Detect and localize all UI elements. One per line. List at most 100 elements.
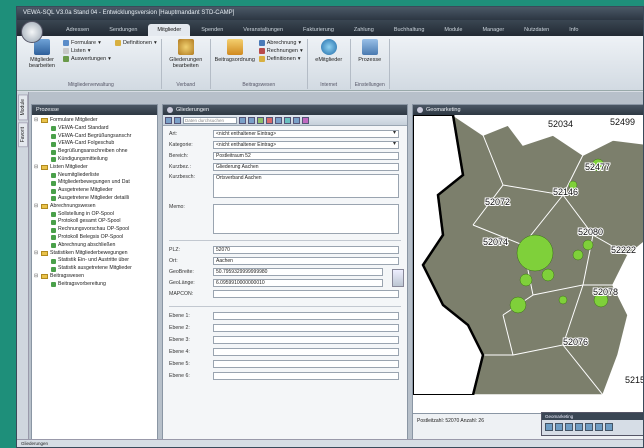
tree-item[interactable]: Rechnungsvorschau OP-Spool — [34, 226, 155, 234]
refresh-icon[interactable] — [284, 116, 291, 124]
tree-item[interactable]: Protokoll Belegsis OP-Spool — [34, 234, 155, 242]
side-tab-module[interactable]: Module — [18, 94, 28, 121]
ebene1-field[interactable] — [213, 312, 399, 320]
kategorie-select[interactable]: <nicht enthaltener Eintrag> — [213, 141, 399, 149]
delete-record-icon[interactable] — [266, 116, 273, 124]
tab-spenden[interactable]: Spenden — [192, 24, 232, 36]
prozesse-button[interactable]: Prozesse — [355, 39, 385, 63]
map-bubble[interactable] — [541, 268, 555, 282]
tree-item[interactable]: Abrechnung abschließen — [34, 242, 155, 250]
tree-item[interactable]: Mitgliederbewegungen und Dat — [34, 179, 155, 187]
beitrag-definitionen-button[interactable]: Definitionen ▾ — [258, 56, 303, 62]
pan-icon[interactable] — [565, 423, 573, 431]
tab-info[interactable]: Info — [560, 24, 587, 36]
ebene3-field[interactable] — [213, 336, 399, 344]
tree-item[interactable]: Sollstellung in OP-Spool — [34, 211, 155, 219]
print-icon[interactable] — [595, 423, 603, 431]
plz-field[interactable]: 52070 — [213, 246, 399, 254]
tree-item[interactable]: Kündigungsmitteilung — [34, 156, 155, 164]
tree-folder[interactable]: ⊟ Statistiken Mitgliederbewegungen — [34, 250, 155, 258]
bereich-field[interactable]: Postleitraum 52 — [213, 152, 399, 160]
ebene4-field[interactable] — [213, 348, 399, 356]
tree-item[interactable]: Beitragsvorbereitung — [34, 281, 155, 289]
geo-lookup-button[interactable] — [392, 269, 404, 287]
export-icon[interactable] — [605, 423, 613, 431]
tree-item[interactable]: VEWA-Card Standard — [34, 125, 155, 133]
expand-toggle-icon[interactable]: ⊟ — [34, 250, 39, 258]
map-bubble[interactable] — [519, 273, 533, 287]
tab-sendungen[interactable]: Sendungen — [100, 24, 146, 36]
tree-item[interactable]: Ausgetretene Mitglieder detailli — [34, 195, 155, 203]
reports-button[interactable]: Auswertungen ▾ — [63, 56, 111, 62]
beitragsordnung-button[interactable]: Beitragsordnung — [215, 39, 255, 63]
tab-fakturierung[interactable]: Fakturierung — [294, 24, 343, 36]
forms-button[interactable]: Formulare ▾ — [63, 40, 111, 46]
select-icon[interactable] — [575, 423, 583, 431]
expand-toggle-icon[interactable]: ⊟ — [34, 203, 39, 211]
kurzbesch-field[interactable]: Ortsverband Aachen — [213, 174, 399, 198]
gliederungen-edit-button[interactable]: Gliederungen bearbeiten — [166, 39, 206, 69]
tree-item[interactable]: Protokoll gesamt OP-Spool — [34, 218, 155, 226]
tree-item[interactable]: Begrüßungsanschreiben ohne — [34, 148, 155, 156]
prev-record-icon[interactable] — [174, 116, 181, 124]
mapcon-field[interactable] — [213, 290, 399, 298]
tree-folder[interactable]: ⊟ Formulare Mitglieder — [34, 117, 155, 125]
lists-button[interactable]: Listen ▾ — [63, 48, 111, 54]
tab-buchhaltung[interactable]: Buchhaltung — [385, 24, 434, 36]
map-svg[interactable]: 52034 52499 52477 52146 52072 52074 52080 52222… — [413, 115, 644, 396]
print-icon[interactable] — [293, 116, 300, 124]
geobreite-field[interactable]: 50.7959329999999980 — [213, 268, 383, 276]
zoom-in-icon[interactable] — [545, 423, 553, 431]
tree-folder[interactable]: ⊟ Beitragswesen — [34, 273, 155, 281]
layer-icon[interactable] — [585, 423, 593, 431]
save-record-icon[interactable] — [275, 116, 282, 124]
zoom-out-icon[interactable] — [555, 423, 563, 431]
map-bubble[interactable] — [572, 249, 584, 261]
geomarketing-map[interactable]: 52034 52499 52477 52146 52072 52074 52080 52222… — [413, 115, 644, 413]
group-beitragswesen: Beitragsordnung Abrechnung ▾ Rechnungen … — [211, 39, 308, 89]
tab-zahlung[interactable]: Zahlung — [345, 24, 383, 36]
abrechnung-button[interactable]: Abrechnung ▾ — [258, 40, 303, 46]
tree-item[interactable]: VEWA-Card Begrüßungsanschr — [34, 133, 155, 141]
tab-adressen[interactable]: Adressen — [57, 24, 98, 36]
map-bubble[interactable] — [558, 295, 568, 305]
tree-item[interactable]: Neumitgliederliste — [34, 172, 155, 180]
emitglieder-button[interactable]: eMitglieder — [312, 39, 346, 63]
first-record-icon[interactable] — [165, 116, 172, 124]
map-bubble[interactable] — [509, 296, 527, 314]
geolaenge-field[interactable]: 6.0959910000000010 — [213, 279, 383, 287]
next-record-icon[interactable] — [239, 116, 246, 124]
map-bubble[interactable] — [516, 234, 554, 272]
rechnungen-button[interactable]: Rechnungen ▾ — [258, 48, 303, 54]
art-select[interactable]: <nicht enthaltener Eintrag> — [213, 130, 399, 138]
kurzbez-field[interactable]: Gliederung Aachen — [213, 163, 399, 171]
tree-item[interactable]: VEWA-Card Folgeschub — [34, 140, 155, 148]
last-record-icon[interactable] — [248, 116, 255, 124]
memo-field[interactable] — [213, 204, 399, 234]
tree-item[interactable]: Statistik Ein- und Austritte über — [34, 257, 155, 265]
tree-item[interactable]: Statistik ausgetretene Mitglieder — [34, 265, 155, 273]
map-bubble[interactable] — [582, 239, 594, 251]
add-record-icon[interactable] — [257, 116, 264, 124]
tree-folder[interactable]: ⊟ Abrechnungswesen — [34, 203, 155, 211]
ebene5-field[interactable] — [213, 360, 399, 368]
tab-module[interactable]: Module — [435, 24, 471, 36]
application-menu-orb[interactable] — [21, 21, 43, 43]
tab-veranstaltungen[interactable]: Veranstaltungen — [234, 24, 292, 36]
search-input[interactable]: Daten durchsuchen — [183, 116, 237, 124]
expand-toggle-icon[interactable]: ⊟ — [34, 117, 39, 125]
ort-field[interactable]: Aachen — [213, 257, 399, 265]
ebene6-field[interactable] — [213, 372, 399, 380]
tab-nutzdaten[interactable]: Nutzdaten — [515, 24, 558, 36]
tab-mitglieder[interactable]: Mitglieder — [148, 24, 191, 36]
member-definitions-button[interactable]: Definitionen ▾ — [114, 40, 157, 46]
tree-folder[interactable]: ⊟ Listen Mitglieder — [34, 164, 155, 172]
expand-toggle-icon[interactable]: ⊟ — [34, 273, 39, 281]
tree-item[interactable]: Ausgetretene Mitglieder — [34, 187, 155, 195]
expand-toggle-icon[interactable]: ⊟ — [34, 164, 39, 172]
tab-manager[interactable]: Manager — [473, 24, 513, 36]
members-edit-button[interactable]: Mitglieder bearbeiten — [25, 39, 59, 69]
side-tab-favorit[interactable]: Favorit — [18, 122, 28, 148]
ebene2-field[interactable] — [213, 324, 399, 332]
export-icon[interactable] — [302, 116, 309, 124]
